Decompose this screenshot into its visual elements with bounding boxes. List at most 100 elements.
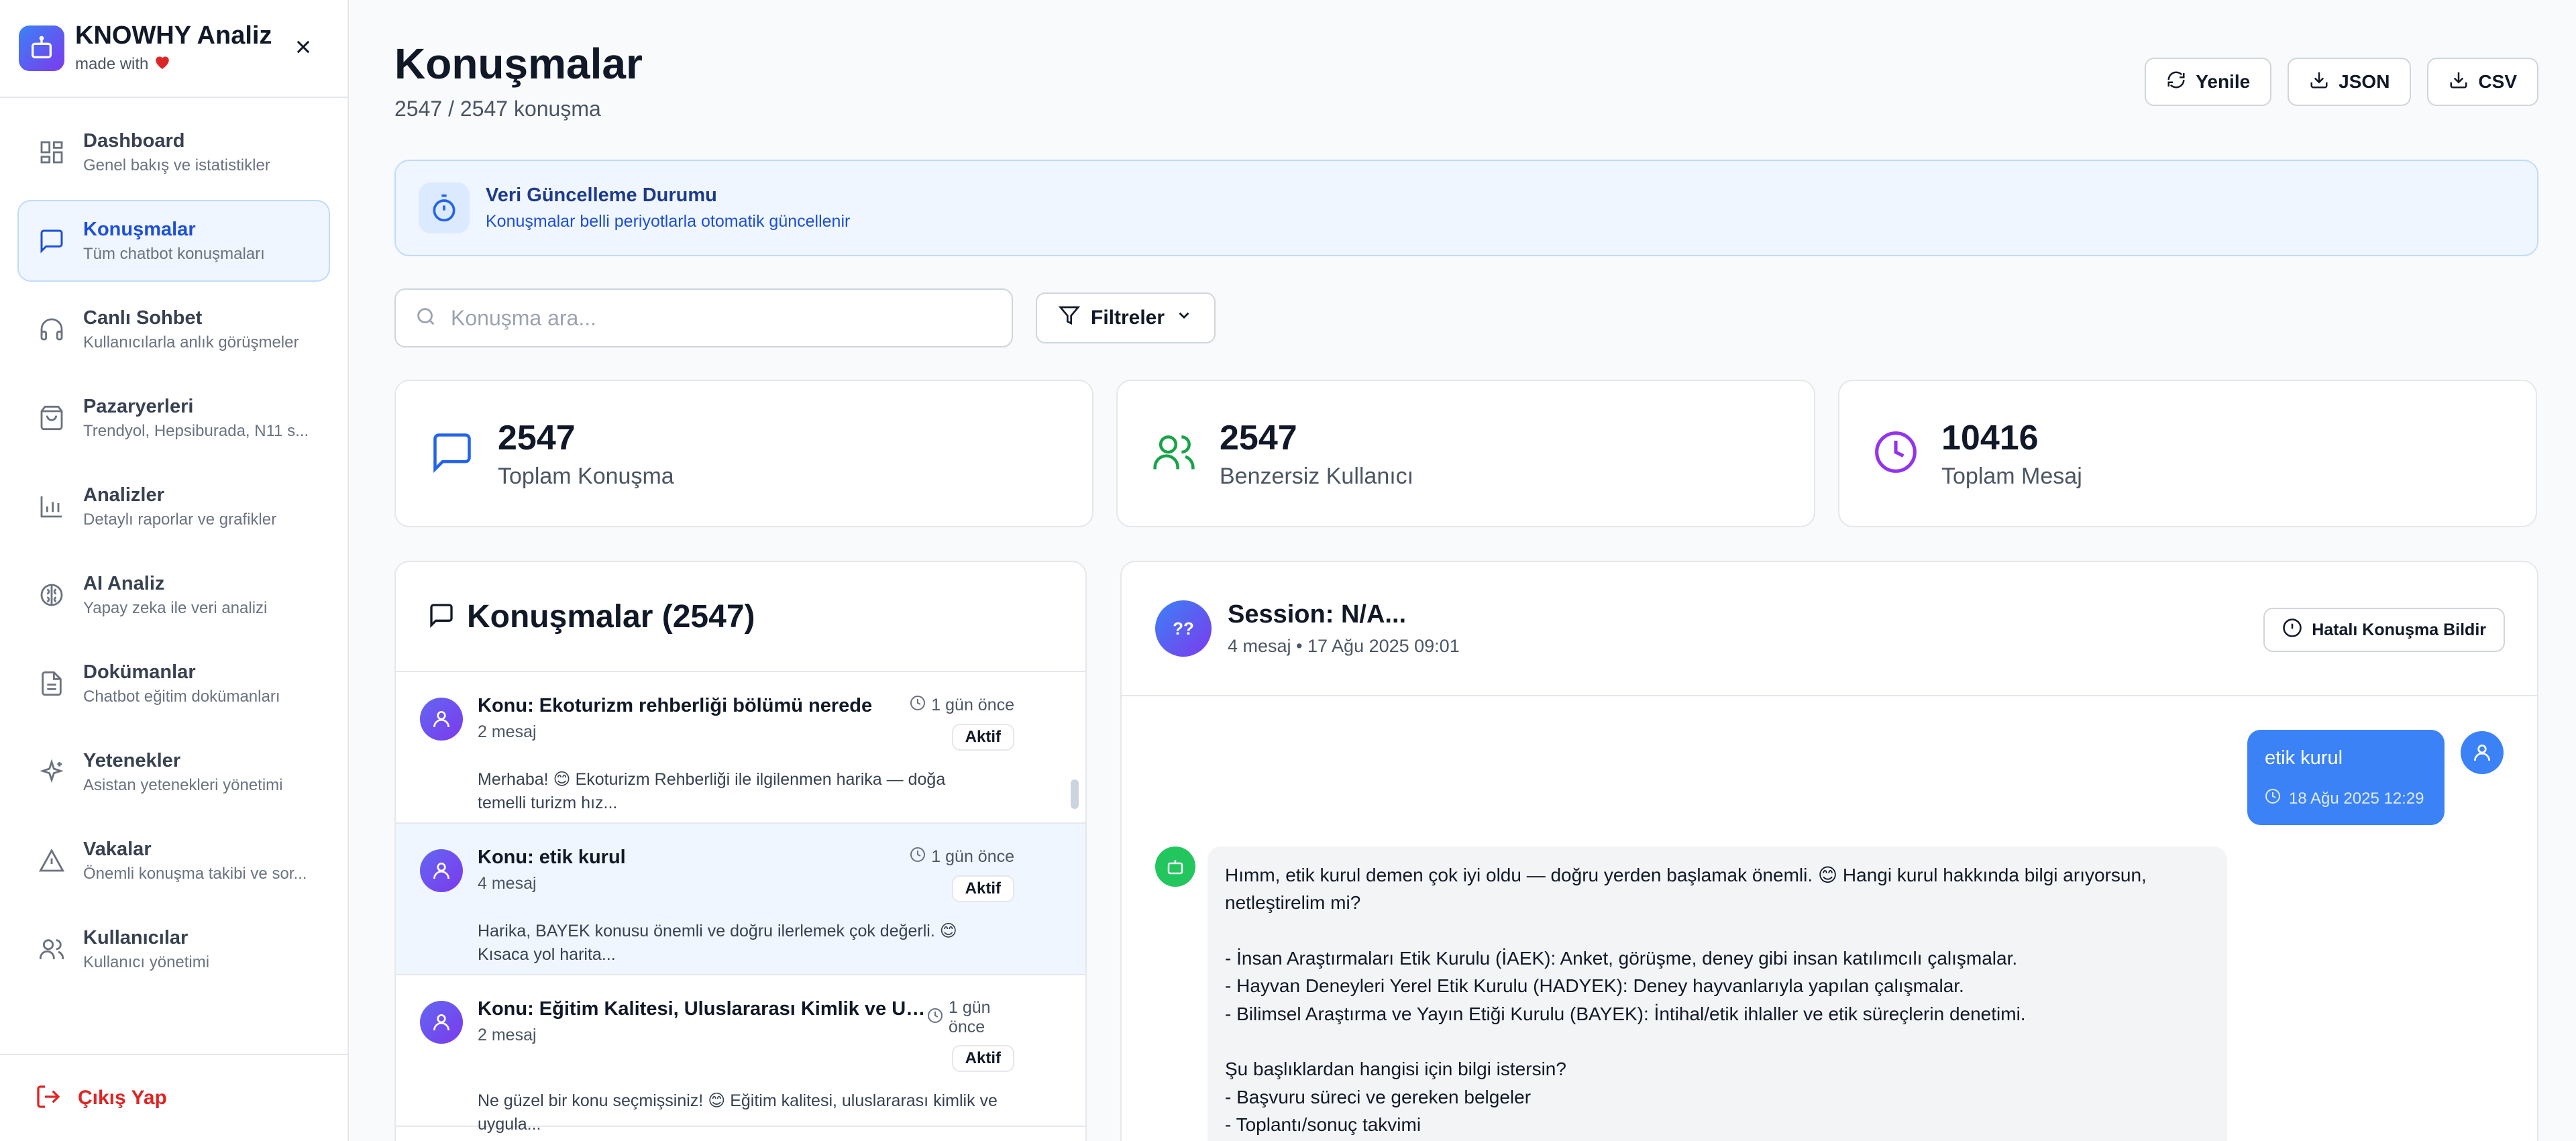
filters-button[interactable]: Filtreler — [1036, 292, 1216, 343]
conversation-title: Konu: Eğitim Kalitesi, Uluslararası Kiml… — [478, 998, 927, 1020]
sidebar-item-pazaryerleri[interactable]: Pazaryerleri Trendyol, Hepsiburada, N11 s… — [17, 377, 330, 459]
bot-message-line: - Toplantı/sonuç takvimi — [1225, 1114, 1421, 1136]
bot-message-line: netleştirelim mi? — [1225, 892, 1361, 914]
conversation-time: 1 gün önce — [931, 847, 1014, 866]
bot-message-line — [1225, 917, 2210, 944]
stat-card-total-messages: 10416 Toplam Mesaj — [1838, 380, 2537, 527]
conversation-item[interactable]: Konu: Ekoturizm rehberliği bölümü nerede… — [396, 672, 1085, 824]
conversation-item[interactable]: Konu: Eğitim Kalitesi, Uluslararası Kiml… — [396, 975, 1085, 1134]
sidebar-item-label: Pazaryerleri — [83, 395, 194, 417]
sidebar-item-label: AI Analiz — [83, 572, 165, 594]
bot-avatar-icon — [1155, 847, 1195, 887]
close-sidebar-button[interactable] — [290, 34, 317, 60]
shopping-bag-icon — [36, 402, 67, 433]
sidebar-item-desc: Önemli konuşma takibi ve sor... — [83, 864, 307, 883]
sidebar-item-dashboard[interactable]: Dashboard Genel bakış ve istatistikler — [17, 111, 330, 193]
download-icon — [2309, 70, 2329, 95]
sidebar-item-desc: Genel bakış ve istatistikler — [83, 156, 270, 174]
sidebar-nav: Dashboard Genel bakış ve istatistikler Ko… — [0, 98, 347, 1010]
sparkles-icon — [36, 757, 67, 787]
sidebar-item-label: Konuşmalar — [83, 218, 196, 240]
conversation-title: Konu: etik kurul — [478, 847, 626, 868]
bot-message-line: Şu başlıklardan hangisi için bilgi ister… — [1225, 1058, 1566, 1080]
sidebar-item-label: Vakalar — [83, 838, 152, 860]
update-status-notice: Veri Güncelleme Durumu Konuşmalar belli … — [394, 160, 2538, 256]
user-avatar-icon — [420, 1001, 463, 1044]
heart-icon — [154, 54, 171, 74]
sidebar-item-desc: Kullanıcı yönetimi — [83, 953, 210, 971]
page-subtitle: 2547 / 2547 konuşma — [394, 97, 601, 121]
search-input[interactable] — [451, 305, 974, 331]
conversation-message-count: 2 mesaj — [478, 722, 537, 741]
user-avatar-icon — [2461, 731, 2504, 774]
conversation-message-count: 4 mesaj — [478, 874, 537, 893]
sidebar-item-desc: Tüm chatbot konuşmaları — [83, 244, 265, 263]
stat-label: Toplam Mesaj — [1941, 463, 2082, 489]
conversation-title: Konu: Ekoturizm rehberliği bölümü nerede — [478, 695, 873, 716]
alert-circle-icon — [2282, 618, 2302, 643]
sidebar-item-dokumanlar[interactable]: Dokümanlar Chatbot eğitim dokümanları — [17, 643, 330, 724]
logout-button[interactable]: Çıkış Yap — [0, 1054, 347, 1141]
clock-icon — [1873, 429, 1919, 478]
stat-label: Toplam Konuşma — [498, 463, 674, 489]
clock-icon — [2265, 788, 2281, 809]
list-scrollbar[interactable] — [1071, 779, 1079, 809]
refresh-label: Yenile — [2196, 71, 2251, 92]
message-square-icon — [428, 602, 455, 632]
sidebar-item-analizler[interactable]: Analizler Detaylı raporlar ve grafikler — [17, 466, 330, 547]
file-text-icon — [36, 668, 67, 699]
brain-icon — [36, 580, 67, 610]
bar-chart-icon — [36, 491, 67, 522]
chat-detail-panel: ?? Session: N/A... 4 mesaj • 17 Ağu 2025… — [1120, 561, 2538, 1141]
sidebar-item-label: Dokümanlar — [83, 661, 196, 683]
stat-card-unique-users: 2547 Benzersiz Kullanıcı — [1116, 380, 1815, 527]
stat-value: 2547 — [498, 418, 576, 457]
search-box — [394, 288, 1013, 347]
sidebar-item-yetenekler[interactable]: Yetenekler Asistan yetenekleri yönetimi — [17, 731, 330, 813]
report-label: Hatalı Konuşma Bildir — [2312, 620, 2486, 639]
conversation-preview: Ne güzel bir konu seçmişsiniz! 😊 Eğitim … — [478, 1091, 998, 1134]
sidebar-item-konusmalar[interactable]: Konuşmalar Tüm chatbot konuşmaları — [17, 200, 330, 282]
bot-message-bubble: Hımm, etik kurul demen çok iyi oldu — do… — [1208, 847, 2227, 1141]
export-json-label: JSON — [2339, 71, 2390, 92]
notice-title: Veri Güncelleme Durumu — [486, 184, 717, 206]
chat-header: ?? Session: N/A... 4 mesaj • 17 Ağu 2025… — [1122, 562, 2537, 696]
sidebar-item-canli-sohbet[interactable]: Canlı Sohbet Kullanıcılarla anlık görüşme… — [17, 288, 330, 370]
sidebar-item-vakalar[interactable]: Vakalar Önemli konuşma takibi ve sor... — [17, 820, 330, 902]
sidebar-item-kullanicilar[interactable]: Kullanıcılar Kullanıcı yönetimi — [17, 908, 330, 990]
brand-header: KNOWHY Analiz made with — [0, 0, 347, 98]
sidebar-item-label: Canlı Sohbet — [83, 307, 203, 329]
search-icon — [415, 305, 437, 331]
user-message-time: 18 Ağu 2025 12:29 — [2289, 789, 2424, 808]
session-avatar: ?? — [1155, 600, 1212, 657]
refresh-button[interactable]: Yenile — [2145, 58, 2272, 106]
export-csv-button[interactable]: CSV — [2427, 58, 2538, 106]
conversation-list-panel: Konuşmalar (2547) Konu: Ekoturizm rehber… — [394, 561, 1087, 1141]
status-badge: Aktif — [951, 875, 1014, 902]
logout-label: Çıkış Yap — [78, 1087, 167, 1109]
filter-icon — [1058, 305, 1081, 331]
export-json-button[interactable]: JSON — [2288, 58, 2412, 106]
sidebar-item-desc: Detaylı raporlar ve grafikler — [83, 510, 277, 529]
session-meta: 4 mesaj • 17 Ağu 2025 09:01 — [1228, 636, 1460, 656]
sidebar-item-ai-analiz[interactable]: AI Analiz Yapay zeka ile veri analizi — [17, 554, 330, 636]
user-avatar-icon — [420, 698, 463, 741]
status-badge: Aktif — [951, 724, 1014, 751]
sidebar-item-label: Yetenekler — [83, 749, 181, 771]
page-title: Konuşmalar — [394, 40, 643, 88]
sidebar-item-desc: Kullanıcılarla anlık görüşmeler — [83, 333, 299, 351]
bot-message-line: - Bilimsel Araştırma ve Yayın Etiği Kuru… — [1225, 1003, 2026, 1024]
conversation-message-count: 2 mesaj — [478, 1026, 537, 1044]
sidebar-item-label: Kullanıcılar — [83, 926, 189, 948]
conversation-time: 1 gün önce — [931, 696, 1014, 714]
main-content: Konuşmalar 2547 / 2547 konuşma Yenile JS… — [349, 0, 2576, 1141]
report-conversation-button[interactable]: Hatalı Konuşma Bildir — [2263, 608, 2505, 652]
filters-label: Filtreler — [1091, 307, 1165, 329]
bot-message-line: - İnsan Araştırmaları Etik Kurulu (İAEK)… — [1225, 947, 2018, 969]
conversation-list: Konu: Ekoturizm rehberliği bölümü nerede… — [396, 672, 1085, 1134]
clock-icon — [910, 847, 926, 867]
download-icon — [2449, 70, 2469, 95]
sidebar-item-desc: Asistan yetenekleri yönetimi — [83, 775, 283, 794]
users-icon — [36, 934, 67, 965]
conversation-item[interactable]: Konu: etik kurul 4 mesaj 1 gün önce Akti… — [396, 824, 1085, 975]
